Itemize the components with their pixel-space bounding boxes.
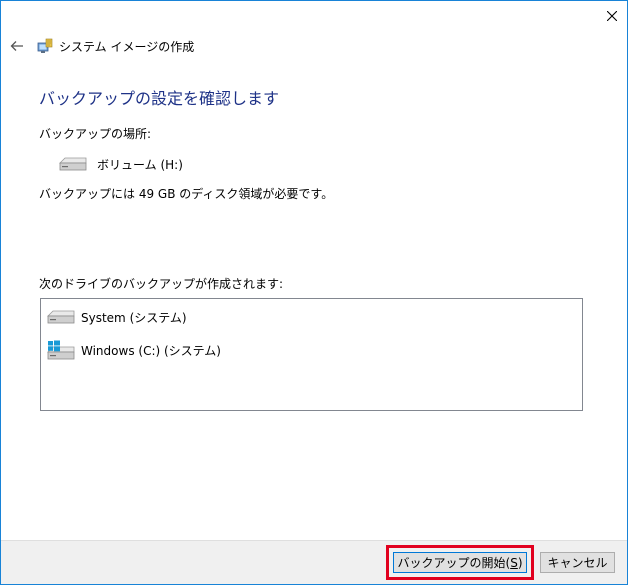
- arrow-left-icon: [10, 41, 23, 51]
- backup-location-name: ボリューム (H:): [97, 157, 183, 172]
- drive-list: System (システム) Windows (C:) (システム): [40, 298, 583, 411]
- cancel-button[interactable]: キャンセル: [540, 552, 615, 573]
- drive-label: System (システム): [81, 310, 187, 325]
- start-backup-button[interactable]: バックアップの開始(S): [386, 545, 534, 580]
- drive-icon: [59, 157, 87, 171]
- window-title: システム イメージの作成: [59, 39, 195, 54]
- backup-location-item: ボリューム (H:): [59, 155, 183, 173]
- title-bar: システム イメージの作成: [37, 37, 194, 55]
- close-button[interactable]: [597, 1, 627, 31]
- backup-location-label: バックアップの場所:: [39, 127, 152, 141]
- dialog-window: システム イメージの作成 バックアップの設定を確認します バックアップの場所: …: [0, 0, 628, 585]
- drives-label: 次のドライブのバックアップが作成されます:: [39, 277, 284, 291]
- back-button[interactable]: [7, 37, 27, 55]
- dialog-footer: バックアップの開始(S) キャンセル: [1, 540, 627, 584]
- windows-drive-icon: [47, 340, 75, 360]
- drive-icon: [47, 310, 75, 324]
- list-item: Windows (C:) (システム): [47, 340, 221, 360]
- drive-label: Windows (C:) (システム): [81, 343, 221, 358]
- system-image-icon: [37, 38, 53, 53]
- start-accelerator: S: [510, 555, 518, 570]
- list-item: System (システム): [47, 307, 187, 327]
- close-icon: [607, 11, 617, 21]
- required-space-text: バックアップには 49 GB のディスク領域が必要です。: [39, 187, 334, 201]
- page-heading: バックアップの設定を確認します: [39, 89, 280, 108]
